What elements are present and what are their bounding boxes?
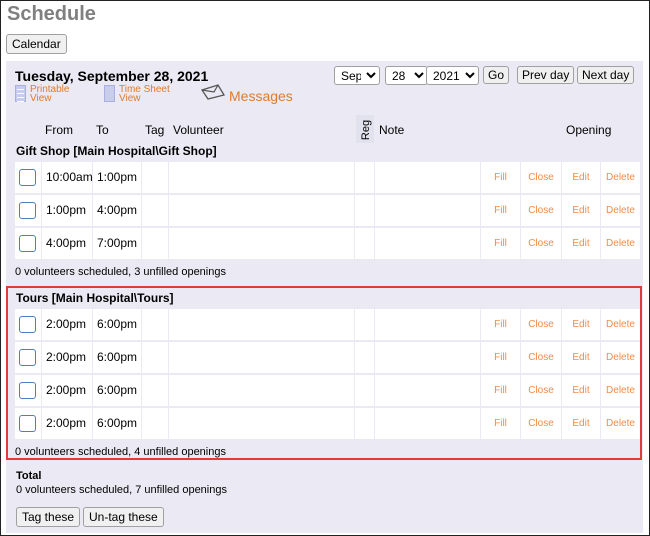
- section-title: Gift Shop [Main Hospital\Gift Shop]: [16, 144, 217, 158]
- note-cell: [375, 228, 480, 259]
- col-tag: Tag: [145, 123, 165, 137]
- fill-link[interactable]: Fill: [481, 228, 520, 259]
- fill-link[interactable]: Fill: [481, 162, 520, 193]
- tag-cell: [142, 162, 168, 193]
- select-cell: [15, 162, 41, 193]
- select-cell: [15, 228, 41, 259]
- reg-cell: [355, 228, 374, 259]
- note-cell: [375, 195, 480, 226]
- messages-label: Messages: [229, 88, 293, 104]
- to-time: 4:00pm: [93, 195, 141, 226]
- day-select[interactable]: 28: [385, 66, 428, 85]
- close-link[interactable]: Close: [521, 195, 561, 226]
- total-summary: 0 volunteers scheduled, 7 unfilled openi…: [16, 484, 227, 496]
- date-picker: Sep: [334, 66, 380, 85]
- close-link[interactable]: Close: [521, 228, 561, 259]
- tag-these-button[interactable]: Tag these: [16, 507, 81, 527]
- row-checkbox[interactable]: [19, 169, 36, 186]
- untag-these-button[interactable]: Un-tag these: [83, 507, 164, 527]
- edit-link[interactable]: Edit: [562, 195, 600, 226]
- row-checkbox[interactable]: [19, 202, 36, 219]
- edit-link[interactable]: Edit: [562, 228, 600, 259]
- calendar-button[interactable]: Calendar: [6, 34, 67, 54]
- col-reg-label: Reg: [360, 119, 373, 141]
- note-cell: [375, 162, 480, 193]
- next-day-button[interactable]: Next day: [577, 66, 635, 84]
- day-select-wrap: 28: [385, 66, 428, 85]
- printable-icon: [15, 85, 26, 102]
- from-time: 1:00pm: [42, 195, 92, 226]
- page-title: Schedule: [7, 3, 96, 25]
- col-volunteer: Volunteer: [173, 123, 224, 137]
- tag-cell: [142, 228, 168, 259]
- prev-day-button[interactable]: Prev day: [517, 66, 575, 84]
- delete-link[interactable]: Delete: [601, 195, 640, 226]
- reg-cell: [355, 195, 374, 226]
- delete-link[interactable]: Delete: [601, 162, 640, 193]
- select-cell: [15, 195, 41, 226]
- vol-cell: [169, 195, 354, 226]
- edit-link[interactable]: Edit: [562, 162, 600, 193]
- row-checkbox[interactable]: [19, 235, 36, 252]
- reg-cell: [355, 162, 374, 193]
- tag-cell: [142, 195, 168, 226]
- col-reg: Reg: [356, 115, 374, 143]
- schedule-date: Tuesday, September 28, 2021: [15, 68, 209, 84]
- year-select-wrap: 2021: [426, 66, 479, 85]
- from-time: 4:00pm: [42, 228, 92, 259]
- section-summary: 0 volunteers scheduled, 3 unfilled openi…: [15, 266, 226, 278]
- to-time: 1:00pm: [93, 162, 141, 193]
- vol-cell: [169, 228, 354, 259]
- go-button[interactable]: Go: [483, 66, 510, 84]
- year-select[interactable]: 2021: [426, 66, 479, 85]
- printable-view-label-2: View: [30, 93, 52, 104]
- envelope-icon: [201, 84, 225, 100]
- timesheet-icon: [104, 85, 115, 102]
- vol-cell: [169, 162, 354, 193]
- total-label: Total: [16, 470, 42, 482]
- close-link[interactable]: Close: [521, 162, 561, 193]
- from-time: 10:00am: [42, 162, 93, 193]
- fill-link[interactable]: Fill: [481, 195, 520, 226]
- month-select[interactable]: Sep: [334, 66, 380, 85]
- delete-link[interactable]: Delete: [601, 228, 640, 259]
- col-note: Note: [379, 123, 405, 137]
- to-time: 7:00pm: [93, 228, 141, 259]
- col-from: From: [45, 123, 73, 137]
- col-opening: Opening: [566, 123, 612, 137]
- col-to: To: [96, 123, 109, 137]
- timesheet-view-label-2: View: [119, 93, 141, 104]
- highlight-box: [6, 286, 642, 460]
